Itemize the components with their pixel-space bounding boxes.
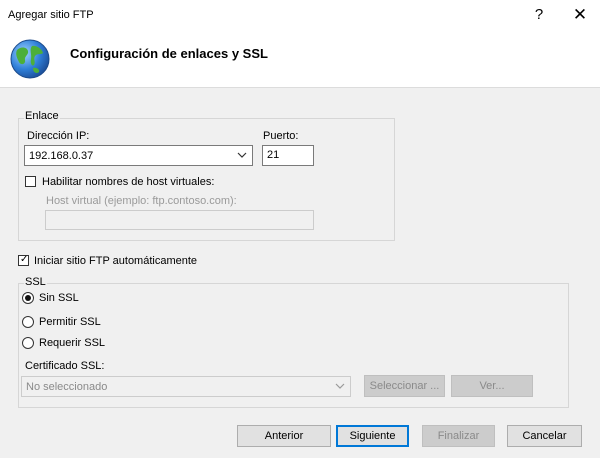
virtual-host-input[interactable] xyxy=(45,210,314,230)
ssl-option-allow-label: Permitir SSL xyxy=(39,316,101,328)
ssl-option-allow-radio[interactable] xyxy=(22,316,34,328)
window-title: Agregar sitio FTP xyxy=(8,9,94,21)
chevron-down-icon xyxy=(335,383,345,389)
radio-selected-dot xyxy=(25,295,31,301)
ssl-group-label: SSL xyxy=(24,276,47,288)
virtual-host-label: Host virtual (ejemplo: ftp.contoso.com): xyxy=(46,195,237,207)
port-label: Puerto: xyxy=(263,130,299,142)
ssl-option-require-label: Requerir SSL xyxy=(39,337,106,349)
help-button[interactable]: ? xyxy=(528,4,550,26)
virtual-host-checkbox[interactable] xyxy=(25,176,36,187)
binding-group-label: Enlace xyxy=(24,110,60,122)
ssl-certificate-combobox[interactable]: No seleccionado xyxy=(21,376,351,397)
view-certificate-button[interactable]: Ver... xyxy=(451,375,533,397)
cancel-button[interactable]: Cancelar xyxy=(507,425,582,447)
ssl-certificate-label: Certificado SSL: xyxy=(25,360,105,372)
previous-button[interactable]: Anterior xyxy=(237,425,331,447)
select-certificate-button[interactable]: Seleccionar ... xyxy=(364,375,445,397)
ssl-certificate-value: No seleccionado xyxy=(26,381,108,393)
ip-address-label: Dirección IP: xyxy=(27,130,90,142)
ip-address-combobox[interactable]: 192.168.0.37 xyxy=(24,145,253,166)
next-button[interactable]: Siguiente xyxy=(336,425,409,447)
chevron-down-icon xyxy=(237,152,247,158)
ip-address-value: 192.168.0.37 xyxy=(29,150,94,162)
auto-start-label: Iniciar sitio FTP automáticamente xyxy=(34,255,198,267)
page-title: Configuración de enlaces y SSL xyxy=(70,46,268,61)
virtual-host-checkbox-label: Habilitar nombres de host virtuales: xyxy=(42,176,215,188)
globe-icon xyxy=(10,39,50,79)
checkmark-icon: ✓ xyxy=(20,254,29,265)
finish-button[interactable]: Finalizar xyxy=(422,425,495,447)
ssl-option-require-radio[interactable] xyxy=(22,337,34,349)
port-input[interactable]: 21 xyxy=(262,145,314,166)
ssl-option-none-radio[interactable] xyxy=(22,292,34,304)
close-button[interactable]: ✕ xyxy=(567,4,593,26)
ssl-option-none-label: Sin SSL xyxy=(39,292,79,304)
auto-start-checkbox[interactable]: ✓ xyxy=(18,254,29,266)
